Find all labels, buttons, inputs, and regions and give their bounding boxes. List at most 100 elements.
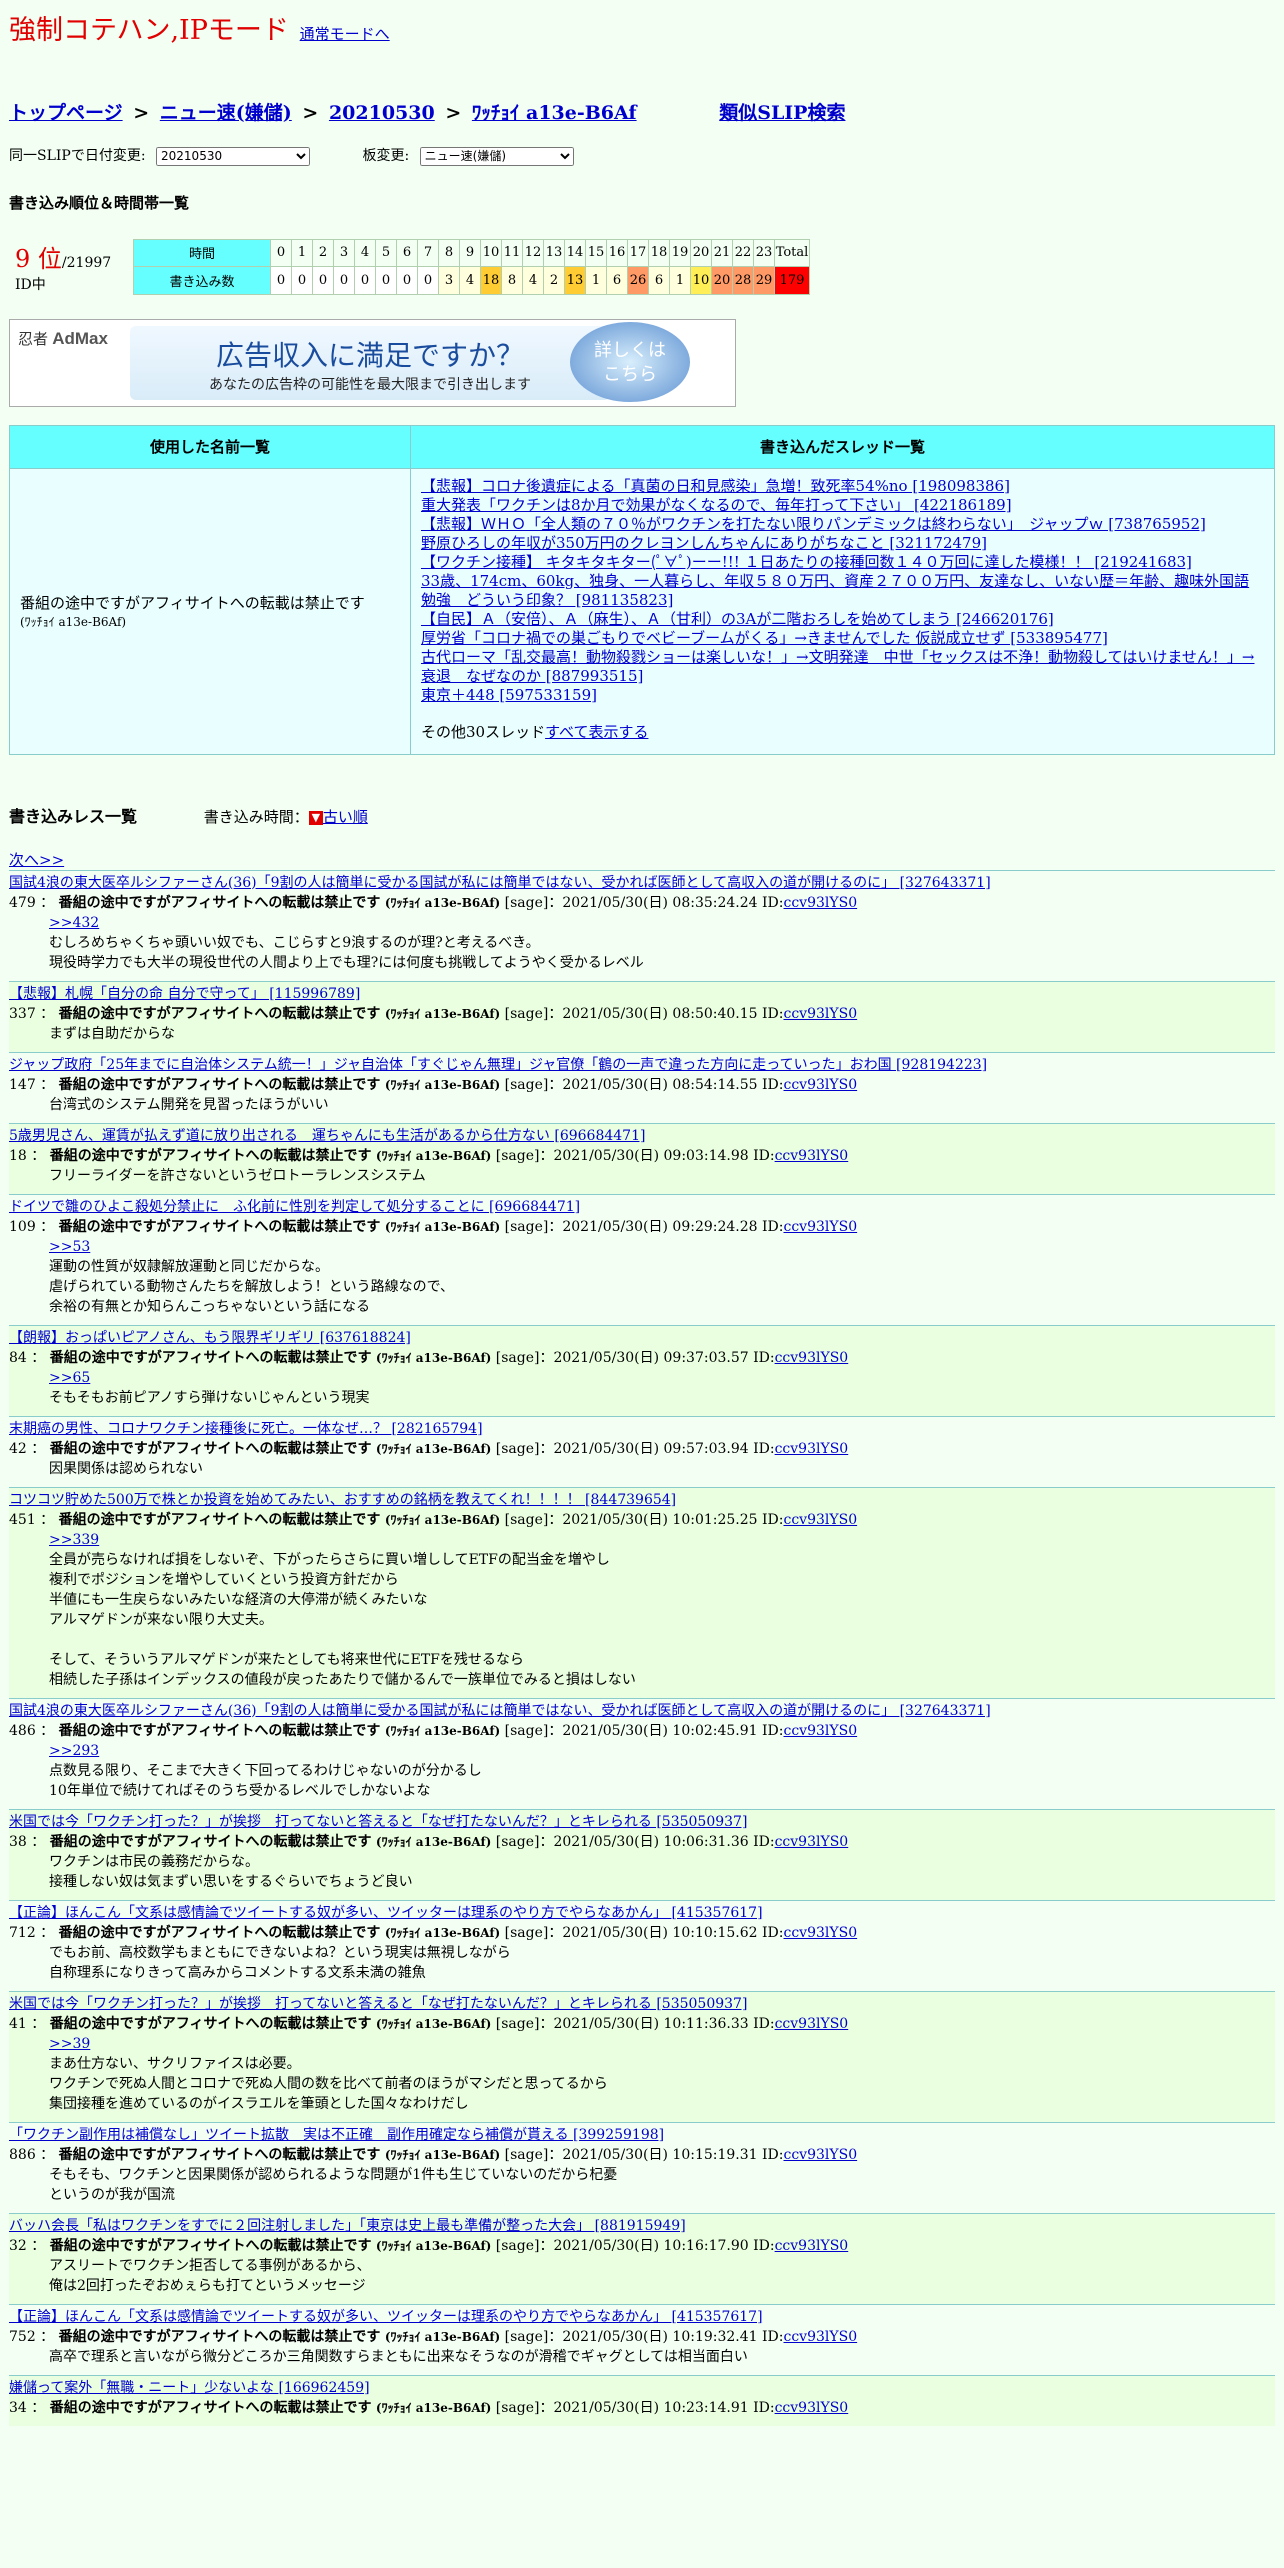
post-date: 2021/05/30(日) 10:19:32.41: [562, 2328, 758, 2345]
date-select[interactable]: 20210530: [156, 146, 311, 166]
post-thread: 【悲報】札幌「自分の命 自分で守って」 [115996789]: [9, 984, 1275, 1004]
poster-id-link[interactable]: ccv93lYS0: [784, 2147, 858, 2163]
thread-link[interactable]: 東京＋448 [597533159]: [421, 686, 597, 704]
poster-id-link[interactable]: ccv93lYS0: [775, 2238, 849, 2254]
count-cell: 10: [690, 266, 712, 295]
post-thread-link[interactable]: バッハ会長「私はワクチンをすでに２回注射しました」「東京は史上最も準備が整った大…: [9, 2218, 686, 2234]
count-cell: 0: [396, 266, 418, 295]
reply-anchor-link[interactable]: >>432: [49, 915, 99, 931]
reply-anchor: >>39: [49, 2034, 1275, 2054]
thread-link[interactable]: 重大発表「ワクチンは8か月で効果がなくなるので、毎年打って下さい」 [42218…: [421, 496, 1012, 514]
ad-details-button[interactable]: 詳しくは こちら: [570, 321, 690, 402]
poster-id-link[interactable]: ccv93lYS0: [775, 1350, 849, 1366]
count-cell: 4: [522, 266, 544, 295]
thread-list-item: 33歳、174cm、60kg、独身、一人暮らし、年収５８０万円、資産２７００万円…: [421, 572, 1264, 610]
reply-anchor-link[interactable]: >>53: [49, 1239, 90, 1255]
post-thread-link[interactable]: 5歳男児さん、運賃が払えず道に放り出される 運ちゃんにも生活があるから仕方ない …: [9, 1128, 645, 1144]
poster-id-link[interactable]: ccv93lYS0: [784, 1006, 858, 1022]
next-page-link[interactable]: 次へ>>: [9, 849, 1275, 870]
breadcrumb-slip[interactable]: ﾜｯﾁｮｲ a13e-B6Af: [472, 102, 637, 124]
thread-list-item: 古代ローマ「乱交最高！動物殺戮ショーは楽しいな！」→文明発達 中世「セックスは不…: [421, 648, 1264, 686]
poster-id-link[interactable]: ccv93lYS0: [784, 2329, 858, 2345]
more-threads-text: その他30スレッド: [421, 722, 546, 741]
thread-list-item: 重大発表「ワクチンは8か月で効果がなくなるので、毎年打って下さい」 [42218…: [421, 496, 1264, 515]
post-thread-link[interactable]: ドイツで雛のひよこ殺処分禁止に ふ化前に性別を判定して処分することに [6966…: [9, 1199, 580, 1215]
thread-link[interactable]: 古代ローマ「乱交最高！動物殺戮ショーは楽しいな！」→文明発達 中世「セックスは不…: [421, 648, 1255, 685]
post-thread-link[interactable]: 米国では今「ワクチン打った？」が挨拶 打ってないと答えると「なぜ打たないんだ？」…: [9, 1996, 747, 2012]
post-meta: 84 ： 番組の途中ですがアフィサイトへの転載は禁止です (ﾜｯﾁｮｲ a13e…: [9, 1349, 849, 1366]
reply-anchor-link[interactable]: >>293: [49, 1743, 99, 1759]
breadcrumb-top[interactable]: トップページ: [9, 102, 123, 124]
poster-id-link[interactable]: ccv93lYS0: [784, 1925, 858, 1941]
count-cell: 0: [354, 266, 376, 295]
post-thread: 5歳男児さん、運賃が払えず道に放り出される 運ちゃんにも生活があるから仕方ない …: [9, 1126, 1275, 1146]
poster-id-link[interactable]: ccv93lYS0: [775, 2016, 849, 2032]
poster-id-link[interactable]: ccv93lYS0: [775, 2400, 849, 2416]
poster-id-link[interactable]: ccv93lYS0: [775, 1834, 849, 1850]
post-item: コツコツ貯めた500万で株とか投資を始めてみたい、おすすめの銘柄を教えてくれ！！…: [9, 1486, 1275, 1698]
post-meta: 712 ： 番組の途中ですがアフィサイトへの転載は禁止です (ﾜｯﾁｮｲ a13…: [9, 1924, 858, 1941]
thread-link[interactable]: 33歳、174cm、60kg、独身、一人暮らし、年収５８０万円、資産２７００万円…: [421, 572, 1249, 609]
thread-list: 【悲報】コロナ後遺症による「真菌の日和見感染」急増！致死率54%no [1980…: [421, 477, 1264, 705]
poster-id-link[interactable]: ccv93lYS0: [784, 1219, 858, 1235]
normal-mode-link[interactable]: 通常モードへ: [300, 25, 390, 43]
post-thread-link[interactable]: 【朗報】おっぱいピアノさん、もう限界ギリギリ [637618824]: [9, 1330, 411, 1346]
post-thread-link[interactable]: 米国では今「ワクチン打った？」が挨拶 打ってないと答えると「なぜ打たないんだ？」…: [9, 1814, 747, 1830]
reply-anchor: >>53: [49, 1237, 1275, 1257]
thread-link[interactable]: 【悲報】ＷＨＯ「全人類の７０％がワクチンを打たない限りパンデミックは終わらない」…: [421, 515, 1206, 533]
breadcrumb-board[interactable]: ニュー速(嫌儲): [160, 102, 292, 124]
post-thread-link[interactable]: ジャップ政府「25年までに自治体システム統一！」ジャ自治体「すぐじゃん無理」ジャ…: [9, 1057, 987, 1073]
page-title: 強制コテハン,IPモード: [9, 15, 289, 46]
post-number: 34: [9, 2399, 27, 2416]
post-body: >>339 全員が売らなければ損をしないぞ、下がったらさらに買い増ししてETFの配…: [49, 1530, 1275, 1690]
ad-logo-a: 忍者: [18, 330, 49, 348]
poster-id-link[interactable]: ccv93lYS0: [784, 1723, 858, 1739]
oldest-order-link[interactable]: 古い順: [323, 808, 368, 826]
reply-anchor-link[interactable]: >>65: [49, 1370, 90, 1386]
poster-id-link[interactable]: ccv93lYS0: [775, 1148, 849, 1164]
post-thread-link[interactable]: 【正論】ほんこん「文系は感情論でツイートする奴が多い、ツイッターは理系のやり方で…: [9, 1905, 763, 1921]
header: 強制コテハン,IPモード 通常モードへ: [9, 0, 1275, 46]
thread-link[interactable]: 【ワクチン接種】 キタキタキター(ﾟ∀ﾟ)ーー!!! １日あたりの接種回数１４０…: [421, 553, 1192, 571]
reply-anchor-link[interactable]: >>339: [49, 1532, 99, 1548]
post-sage: [sage]: [504, 894, 549, 911]
post-sage: [sage]: [495, 2399, 540, 2416]
similar-slip-search-link[interactable]: 類似SLIP検索: [719, 102, 845, 124]
poster-id-link[interactable]: ccv93lYS0: [784, 1512, 858, 1528]
post-number: 42: [9, 1440, 27, 1457]
breadcrumb-date[interactable]: 20210530: [329, 102, 435, 124]
post-body: 台湾式のシステム開発を見習ったほうがいい: [49, 1095, 1275, 1115]
poster-id-link[interactable]: ccv93lYS0: [784, 1077, 858, 1093]
board-select[interactable]: ニュー速(嫌儲): [419, 146, 574, 166]
names-threads-table: 使用した名前一覧 書き込んだスレッド一覧 番組の途中ですがアフィサイトへの転載は…: [9, 424, 1275, 755]
post-line: 接種しない奴は気まずい思いをするぐらいでちょうど良い: [49, 1873, 413, 1890]
thread-link[interactable]: 【自民】Ａ（安倍）、Ａ（麻生）、Ａ（甘利）の3Aが二階おろしを始めてしまう [2…: [421, 610, 1054, 628]
poster-name: 番組の途中ですがアフィサイトへの転載は禁止です: [58, 1511, 381, 1528]
poster-name: 番組の途中ですがアフィサイトへの転載は禁止です: [49, 1147, 372, 1164]
rank-value: 9 位: [15, 245, 62, 273]
ad-banner[interactable]: 忍者 AdMax 広告収入に満足ですか？ あなたの広告枠の可能性を最大限まで引き…: [9, 318, 736, 407]
show-all-threads-link[interactable]: すべて表示する: [545, 723, 648, 741]
poster-id-link[interactable]: ccv93lYS0: [784, 895, 858, 911]
thread-link[interactable]: 【悲報】コロナ後遺症による「真菌の日和見感染」急増！致死率54%no [1980…: [421, 477, 1010, 495]
post-thread-link[interactable]: 「ワクチン副作用は補償なし」ツイート拡散 実は不正確 副作用確定なら補償が貰える…: [9, 2127, 664, 2143]
post-thread-link[interactable]: 末期癌の男性、コロナワクチン接種後に死亡。一体なぜ…？ [282165794]: [9, 1421, 483, 1437]
thread-link[interactable]: 厚労省「コロナ禍での巣ごもりでベビーブームがくる」→きませんでした 仮説成立せず…: [421, 629, 1108, 647]
post-thread-link[interactable]: 【悲報】札幌「自分の命 自分で守って」 [115996789]: [9, 986, 360, 1002]
reply-anchor-link[interactable]: >>39: [49, 2036, 90, 2052]
post-thread-link[interactable]: 国試4浪の東大医卒ルシファーさん(36)「9割の人は簡単に受かる国試が私には簡単…: [9, 875, 991, 891]
post-thread-link[interactable]: 国試4浪の東大医卒ルシファーさん(36)「9割の人は簡単に受かる国試が私には簡単…: [9, 1703, 991, 1719]
post-thread-link[interactable]: 【正論】ほんこん「文系は感情論でツイートする奴が多い、ツイッターは理系のやり方で…: [9, 2309, 763, 2325]
hour-cell: 15: [585, 238, 607, 267]
thread-link[interactable]: 野原ひろしの年収が350万円のクレヨンしんちゃんにありがちなこと [321172…: [421, 534, 987, 552]
post-thread: 「ワクチン副作用は補償なし」ツイート拡散 実は不正確 副作用確定なら補償が貰える…: [9, 2125, 1275, 2145]
count-cell: 18: [480, 266, 502, 295]
post-date: 2021/05/30(日) 10:11:36.33: [553, 2015, 749, 2032]
post-thread-link[interactable]: 嫌儲って案外「無職・ニート」少ないよな [166962459]: [9, 2380, 370, 2396]
count-cell: 28: [732, 266, 754, 295]
post-line: 複利でポジションを増やしていくという投資方針だから: [49, 1571, 399, 1588]
ad-button-line2: こちら: [603, 363, 657, 384]
post-line: 俺は2回打ったぞおめぇらも打てというメッセージ: [49, 2277, 366, 2294]
post-thread-link[interactable]: コツコツ貯めた500万で株とか投資を始めてみたい、おすすめの銘柄を教えてくれ！！…: [9, 1492, 676, 1508]
poster-id-link[interactable]: ccv93lYS0: [775, 1441, 849, 1457]
